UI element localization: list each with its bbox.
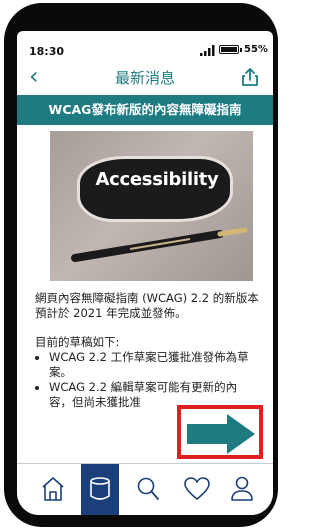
battery-percent: 55%	[244, 44, 268, 55]
status-bar: 18:30 55%	[17, 31, 273, 65]
page-title: 最新消息	[114, 69, 175, 87]
battery-icon	[219, 45, 242, 54]
list-item: WCAG 2.2 工作草案已獲批准發佈為草案。	[49, 350, 259, 380]
home-icon	[42, 477, 64, 501]
tab-bar	[17, 463, 273, 515]
phone-frame: 18:30 55% ‹ 最新消息 WCAG發布新版的內容無障礙指南 Access…	[4, 3, 278, 527]
heart-icon	[184, 477, 210, 500]
screen: 18:30 55% ‹ 最新消息 WCAG發布新版的內容無障礙指南 Access…	[17, 31, 273, 515]
arrow-right-icon[interactable]	[185, 414, 257, 454]
tab-search[interactable]	[129, 464, 167, 515]
tab-profile[interactable]	[223, 464, 261, 515]
status-time: 18:30	[29, 45, 65, 58]
nav-bar: ‹ 最新消息	[17, 61, 273, 93]
tab-favorites[interactable]	[176, 464, 214, 515]
user-icon	[231, 476, 253, 501]
article-body: 網頁內容無障礙指南 (WCAG) 2.2 的新版本預計於 2021 年完成並發佈…	[35, 291, 259, 410]
database-icon	[90, 477, 110, 500]
article-paragraph: 網頁內容無障礙指南 (WCAG) 2.2 的新版本預計於 2021 年完成並發佈…	[35, 291, 259, 320]
search-icon	[137, 477, 159, 500]
image-word: Accessibility	[95, 169, 219, 190]
next-arrow-highlight[interactable]	[177, 405, 263, 459]
share-icon[interactable]	[240, 67, 260, 87]
article-image: Accessibility	[50, 131, 253, 281]
pen-illustration	[71, 227, 248, 262]
article-title-banner: WCAG發布新版的內容無障礙指南	[17, 95, 273, 125]
bullet-list: WCAG 2.2 工作草案已獲批准發佈為草案。 WCAG 2.2 編輯草案可能有…	[35, 350, 259, 410]
signal-icon	[200, 45, 215, 56]
tab-database[interactable]	[81, 464, 119, 515]
article-paragraph: 目前的草稿如下:	[35, 335, 120, 349]
tab-home[interactable]	[34, 464, 72, 515]
